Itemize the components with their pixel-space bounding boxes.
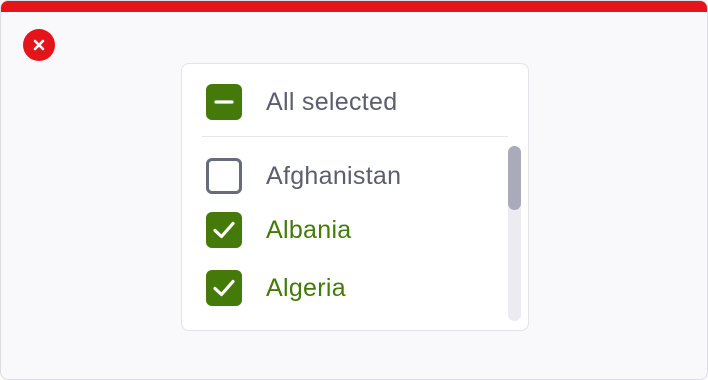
list-item-afghanistan[interactable]: Afghanistan — [182, 156, 508, 196]
list-item-algeria[interactable]: Algeria — [182, 268, 508, 308]
checkbox-afghanistan[interactable] — [206, 158, 242, 194]
list-item-label: Afghanistan — [266, 161, 402, 190]
country-select-panel: All selected Afghanistan Albania Algeria — [181, 63, 529, 331]
close-button[interactable] — [23, 29, 55, 61]
checkbox-albania[interactable] — [206, 212, 242, 248]
list-item-label: Algeria — [266, 273, 346, 302]
checkmark-icon — [213, 279, 235, 297]
list-item-label: Albania — [266, 215, 352, 244]
checkmark-icon — [213, 221, 235, 239]
scrollbar-track[interactable] — [508, 146, 521, 321]
scrollbar-thumb[interactable] — [508, 146, 521, 210]
select-all-checkbox[interactable] — [206, 84, 242, 120]
top-accent-bar — [1, 1, 707, 12]
checkbox-algeria[interactable] — [206, 270, 242, 306]
select-all-row[interactable]: All selected — [182, 82, 508, 122]
select-all-label: All selected — [266, 87, 398, 116]
minus-icon — [214, 100, 234, 104]
list-item-albania[interactable]: Albania — [182, 210, 508, 250]
dialog-frame: All selected Afghanistan Albania Algeria — [0, 0, 708, 380]
divider — [202, 136, 508, 137]
close-icon — [33, 39, 45, 51]
